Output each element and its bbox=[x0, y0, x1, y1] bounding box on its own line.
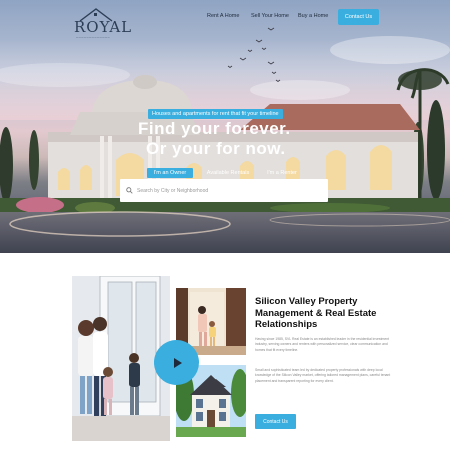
about-paragraph-1: Having since 1985, SVL Real Estate is an… bbox=[255, 337, 390, 352]
hero-headline-line1: Find your forever. bbox=[138, 119, 291, 138]
tab-available-rentals[interactable]: Available Rentals bbox=[200, 168, 256, 178]
search-icon bbox=[126, 187, 133, 194]
video-play-button[interactable] bbox=[154, 340, 199, 385]
header-contact-button[interactable]: Contact Us bbox=[338, 9, 379, 25]
hero-headline-line2: Or your for now. bbox=[146, 139, 286, 158]
section-title: Silicon Valley Property Management & Rea… bbox=[255, 296, 377, 330]
about-contact-button[interactable]: Contact Us bbox=[255, 414, 296, 429]
search-bar[interactable] bbox=[120, 179, 328, 202]
nav-rent-a-home[interactable]: Rent A Home bbox=[207, 13, 239, 19]
nav-buy-a-home[interactable]: Buy a Home bbox=[298, 13, 328, 19]
hero-tagline: Houses and apartments for rent that fit … bbox=[148, 109, 283, 119]
search-input[interactable] bbox=[137, 187, 317, 194]
logo-text: ROYAL bbox=[74, 18, 133, 36]
tab-owner[interactable]: I'm an Owner bbox=[147, 168, 193, 178]
logo-underline: ───────────── bbox=[76, 35, 111, 39]
hero-section: ROYAL ───────────── Rent A Home Sell You… bbox=[0, 0, 450, 253]
play-icon bbox=[173, 357, 182, 368]
nav-sell-your-home[interactable]: Sell Your Home bbox=[251, 13, 289, 19]
tab-renter[interactable]: I'm a Renter bbox=[262, 168, 302, 178]
royal-logo[interactable]: ROYAL ───────────── bbox=[74, 4, 133, 40]
about-paragraph-2: Small and sophisticated team led by dedi… bbox=[255, 368, 391, 383]
